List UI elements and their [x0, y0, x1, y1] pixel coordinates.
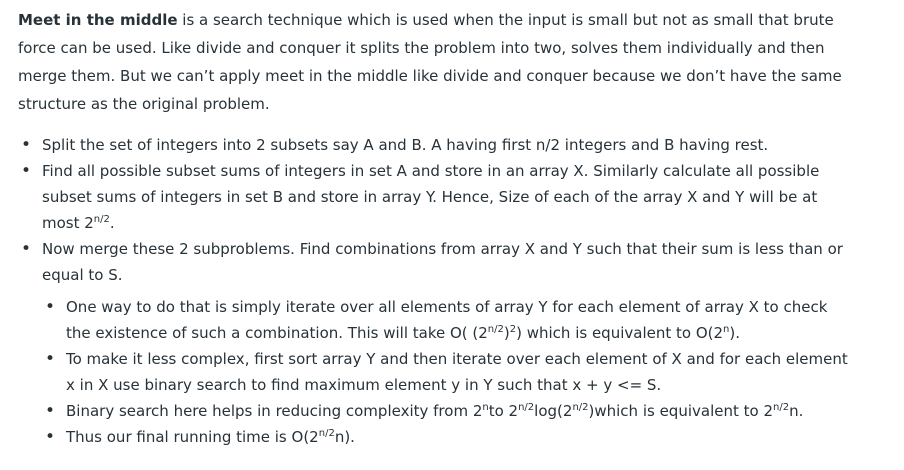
step-2-text: Find all possible subset sums of integer… [42, 162, 820, 232]
intro-bold-term: Meet in the middle [18, 11, 178, 29]
sub-d-end: n). [334, 428, 355, 446]
steps-list: Split the set of integers into 2 subsets… [18, 132, 848, 450]
sub-c-end: n. [789, 402, 804, 420]
step-2-end: . [109, 214, 115, 232]
step-1-text: Split the set of integers into 2 subsets… [42, 136, 769, 154]
sub-b-text: To make it less complex, first sort arra… [66, 350, 848, 394]
sub-c-sup2: n/2 [518, 402, 535, 413]
sub-c-text: Binary search here helps in reducing com… [66, 402, 483, 420]
sub-c-sup3: n/2 [572, 402, 589, 413]
sub-d-sup: n/2 [318, 428, 335, 439]
sub-c-mid3: )which is equivalent to 2 [588, 402, 773, 420]
sub-c-mid1: to 2 [488, 402, 519, 420]
list-item-naive: One way to do that is simply iterate ove… [45, 294, 848, 346]
sub-c-mid2: log(2 [534, 402, 573, 420]
step-2-sup: n/2 [93, 214, 110, 225]
list-item-split: Split the set of integers into 2 subsets… [21, 132, 848, 158]
step-3-text: Now merge these 2 subproblems. Find comb… [42, 240, 843, 284]
list-item-final-time: Thus our final running time is O(2n/2n). [45, 424, 848, 450]
list-item-merge: Now merge these 2 subproblems. Find comb… [21, 236, 848, 450]
article-body: Meet in the middle is a search technique… [0, 0, 866, 450]
sub-d-text: Thus our final running time is O(2 [66, 428, 319, 446]
list-item-subset-sums: Find all possible subset sums of integer… [21, 158, 848, 236]
intro-paragraph: Meet in the middle is a search technique… [18, 6, 848, 118]
list-item-binary-search: To make it less complex, first sort arra… [45, 346, 848, 398]
merge-sublist: One way to do that is simply iterate ove… [42, 294, 848, 450]
sub-a-sup1: n/2 [487, 324, 504, 335]
sub-a-end: ). [729, 324, 740, 342]
sub-a-mid2: ) which is equivalent to O(2 [516, 324, 724, 342]
list-item-complexity: Binary search here helps in reducing com… [45, 398, 848, 424]
sub-c-sup4: n/2 [773, 402, 790, 413]
